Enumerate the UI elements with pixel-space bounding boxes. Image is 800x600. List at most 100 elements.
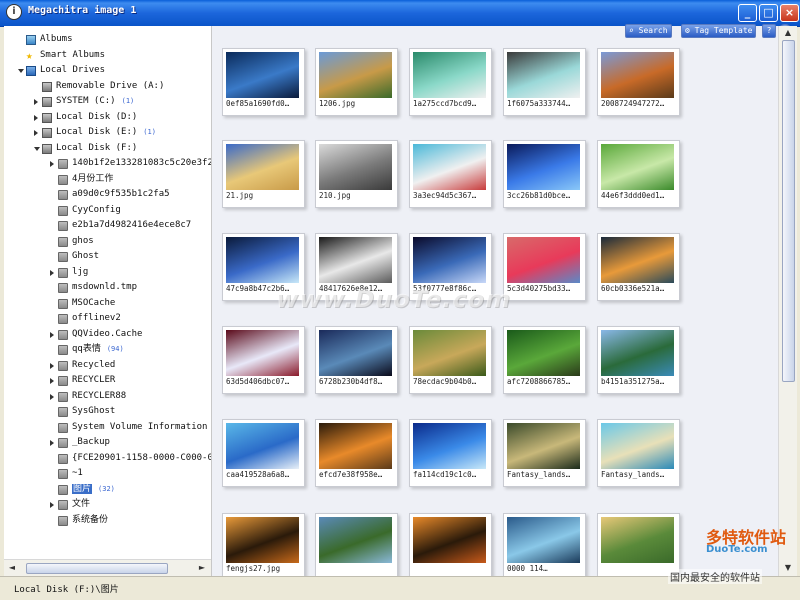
tree-node[interactable]: 4月份工作 [4, 172, 211, 188]
thumbnail-image[interactable] [601, 237, 674, 283]
tree-node[interactable]: RECYCLER [4, 373, 211, 389]
thumbnail-image[interactable] [226, 237, 299, 283]
tree-node[interactable]: Ghost [4, 249, 211, 265]
thumbnail-image[interactable] [319, 237, 392, 283]
thumbnail-card[interactable]: 5c3d40275bd33… [503, 233, 586, 301]
thumbnail-card[interactable]: 1f6075a333744… [503, 48, 586, 116]
expand-icon[interactable] [34, 99, 38, 105]
tree-horizontal-scrollbar[interactable]: ◄ ► [4, 559, 211, 576]
tree-node[interactable]: 图片 (32) [4, 482, 211, 498]
thumbnail-card[interactable]: 0ef85a1690fd0… [222, 48, 305, 116]
thumbnail-image[interactable] [507, 237, 580, 283]
thumbnail-image[interactable] [226, 517, 299, 563]
tree-node[interactable]: _Backup [4, 435, 211, 451]
thumbnail-card[interactable]: 21.jpg [222, 140, 305, 208]
expand-icon[interactable] [50, 502, 54, 508]
search-button[interactable]: ⌕ Search [625, 24, 672, 38]
tree-node[interactable]: offlinev2 [4, 311, 211, 327]
thumbnail-card[interactable]: 6728b230b4df8… [315, 326, 398, 394]
thumbnail-card[interactable]: 0000 114… [503, 513, 586, 576]
tree-node[interactable]: Local Drives [4, 63, 211, 79]
tree-node[interactable]: System Volume Information [4, 420, 211, 436]
thumbnail-card[interactable] [315, 513, 398, 576]
thumbnail-image[interactable] [319, 330, 392, 376]
thumbnail-image[interactable] [226, 52, 299, 98]
tree-node[interactable]: Local Disk (D:) [4, 110, 211, 126]
thumbnail-card[interactable]: 1a275ccd7bcd9… [409, 48, 492, 116]
tree-node[interactable]: Recycled [4, 358, 211, 374]
tree-node[interactable]: a09d0c9f535b1c2fa5 [4, 187, 211, 203]
expand-icon[interactable] [50, 393, 54, 400]
tree-node[interactable]: CyyConfig [4, 203, 211, 219]
thumbnail-image[interactable] [226, 144, 299, 190]
tree-node[interactable]: ljg [4, 265, 211, 281]
expand-icon[interactable] [50, 269, 54, 276]
thumbnail-vertical-scrollbar[interactable]: ▲ ▼ [778, 26, 797, 576]
thumbnail-card[interactable]: 210.jpg [315, 140, 398, 208]
thumbnail-card[interactable]: 3cc26b81d0bce… [503, 140, 586, 208]
thumbnail-image[interactable] [601, 144, 674, 190]
thumbnail-image[interactable] [507, 517, 580, 563]
tree-node[interactable]: MSOCache [4, 296, 211, 312]
expand-icon[interactable] [50, 362, 54, 369]
thumbnail-image[interactable] [319, 52, 392, 98]
thumbnail-card[interactable]: 44e6f3ddd0ed1… [597, 140, 680, 208]
tree-node[interactable]: qq表情 (94) [4, 342, 211, 358]
thumbnail-image[interactable] [601, 517, 674, 563]
thumbnail-card[interactable]: 78ecdac9b04b0… [409, 326, 492, 394]
thumbnail-image[interactable] [507, 52, 580, 98]
thumbnail-card[interactable]: 3a3ec94d5c367… [409, 140, 492, 208]
thumbnail-image[interactable] [413, 517, 486, 563]
tree-node[interactable]: e2b1a7d4982416e4ece8c7 [4, 218, 211, 234]
thumbnail-card[interactable] [597, 513, 680, 576]
tree-node[interactable]: Albums [4, 32, 211, 48]
tree-node[interactable]: 140b1f2e133281083c5c20e3f2 [4, 156, 211, 172]
thumbnail-card[interactable] [409, 513, 492, 576]
tree-node[interactable]: 系统备份 [4, 513, 211, 529]
app-icon[interactable]: i [6, 4, 22, 20]
thumbnail-image[interactable] [507, 330, 580, 376]
tree-node[interactable]: {FCE20901-1158-0000-C000-00000 [4, 451, 211, 467]
thumbnail-image[interactable] [507, 423, 580, 469]
expand-icon[interactable] [50, 331, 54, 338]
expand-icon[interactable] [50, 440, 54, 446]
scroll-right-icon[interactable]: ► [196, 562, 208, 574]
thumbnail-card[interactable]: caa419528a6a8… [222, 419, 305, 487]
thumbnail-image[interactable] [413, 144, 486, 190]
expand-icon[interactable] [50, 378, 54, 384]
tree-node[interactable]: QQVideo.Cache [4, 327, 211, 343]
thumbnail-card[interactable]: efcd7e38f958e… [315, 419, 398, 487]
thumbnail-image[interactable] [413, 330, 486, 376]
tree-node[interactable]: Local Disk (E:) (1) [4, 125, 211, 141]
tag-template-button[interactable]: ⚙ Tag Template [681, 24, 757, 38]
close-button[interactable]: × [780, 4, 799, 22]
collapse-icon[interactable] [34, 146, 40, 151]
thumbnail-image[interactable] [601, 330, 674, 376]
scroll-thumb[interactable] [26, 563, 168, 574]
thumbnail-card[interactable]: 63d5d406dbc07… [222, 326, 305, 394]
thumbnail-image[interactable] [413, 237, 486, 283]
tree-node[interactable]: SysGhost [4, 404, 211, 420]
thumbnail-image[interactable] [319, 517, 392, 563]
scroll-thumb-vertical[interactable] [782, 40, 795, 382]
thumbnail-image[interactable] [319, 144, 392, 190]
tree-node[interactable]: RECYCLER88 [4, 389, 211, 405]
thumbnail-card[interactable]: fa114cd19c1c0… [409, 419, 492, 487]
thumbnail-card[interactable]: fengjs27.jpg [222, 513, 305, 576]
thumbnail-image[interactable] [319, 423, 392, 469]
thumbnail-card[interactable]: afc7208866785… [503, 326, 586, 394]
thumbnail-card[interactable]: 1206.jpg [315, 48, 398, 116]
thumbnail-image[interactable] [226, 423, 299, 469]
collapse-icon[interactable] [18, 69, 24, 73]
thumbnail-card[interactable]: Fantasy_lands… [503, 419, 586, 487]
expand-icon[interactable] [50, 161, 54, 167]
thumbnail-card[interactable]: 2008724947272… [597, 48, 680, 116]
tree-node[interactable]: ~1 [4, 466, 211, 482]
thumbnail-image[interactable] [413, 52, 486, 98]
thumbnail-image[interactable] [413, 423, 486, 469]
tree-node[interactable]: SYSTEM (C:) (1) [4, 94, 211, 110]
tree-node[interactable]: msdownld.tmp [4, 280, 211, 296]
tree-node[interactable]: Removable Drive (A:) [4, 79, 211, 95]
tree-node[interactable]: ghos [4, 234, 211, 250]
tree-node[interactable]: 文件 [4, 497, 211, 513]
